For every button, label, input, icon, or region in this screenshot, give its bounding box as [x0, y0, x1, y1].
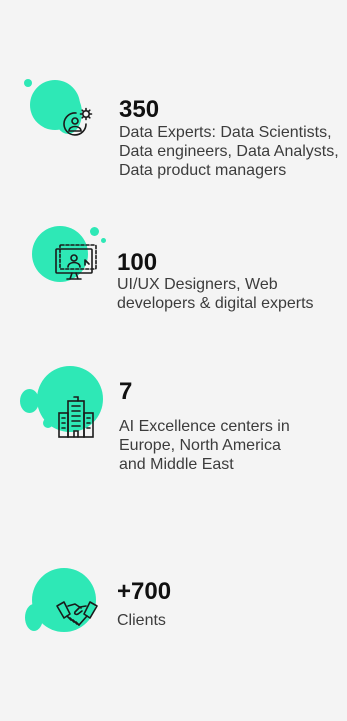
- monitor-designer-icon: [55, 244, 97, 280]
- stat-description: Data Experts: Data Scientists, Data engi…: [119, 124, 339, 179]
- accent-blob-small: [90, 227, 99, 236]
- stat-description: UI/UX Designers, Web developers & digita…: [117, 276, 314, 312]
- person-gear-icon: [63, 107, 93, 136]
- stat-description: Clients: [117, 612, 166, 629]
- accent-blob: [25, 604, 43, 631]
- handshake-icon: [56, 601, 98, 626]
- stat-number: 100: [117, 249, 158, 276]
- office-building-icon: [58, 396, 94, 438]
- stat-description: AI Excellence centers in Europe, North A…: [119, 418, 290, 473]
- stats-panel: 350 Data Experts: Data Scientists, Data …: [0, 0, 347, 721]
- accent-blob-small: [24, 79, 32, 87]
- stat-number: 350: [119, 96, 160, 123]
- accent-blob: [43, 418, 53, 428]
- accent-blob-small: [101, 238, 106, 243]
- stat-number: +700: [117, 578, 172, 605]
- accent-blob: [20, 389, 39, 413]
- stat-number: 7: [119, 378, 133, 405]
